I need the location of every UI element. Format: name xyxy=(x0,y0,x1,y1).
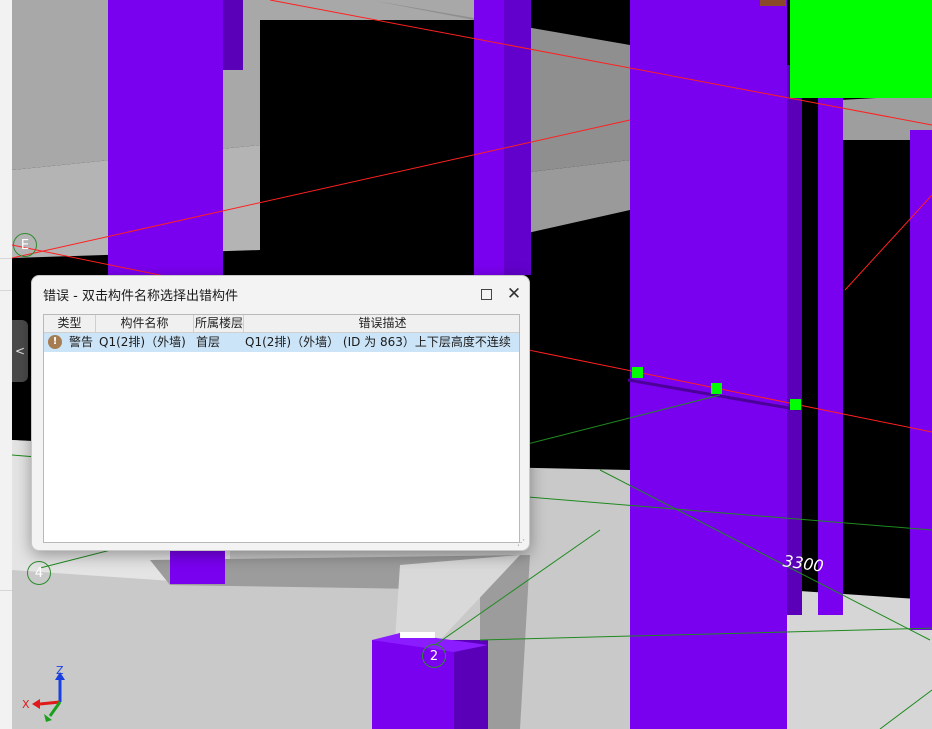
slab-right-bottom xyxy=(785,590,932,729)
dialog-titlebar[interactable]: 错误 - 双击构件名称选择出错构件 ✕ xyxy=(32,276,529,312)
column-header-description[interactable]: 错误描述 xyxy=(244,315,519,332)
wall-left-top xyxy=(108,0,223,275)
side-panel-divider xyxy=(0,590,12,591)
maximize-icon xyxy=(480,288,492,300)
wall-right-2 xyxy=(910,130,932,630)
dialog-title: 错误 - 双击构件名称选择出错构件 xyxy=(43,289,238,304)
close-button[interactable]: ✕ xyxy=(501,281,527,307)
wall-center-column-side xyxy=(504,0,531,275)
cell-floor: 首层 xyxy=(196,335,221,349)
maximize-button[interactable] xyxy=(473,281,499,307)
slab-slot xyxy=(400,632,435,638)
column-header-component-name[interactable]: 构件名称 xyxy=(96,315,194,332)
error-dialog[interactable]: 错误 - 双击构件名称选择出错构件 ✕ 类型 构件名称 所属楼层 错误描述 ! … xyxy=(31,275,530,551)
error-table[interactable]: 类型 构件名称 所属楼层 错误描述 ! 警告 Q1(2排)（外墙) 首层 Q1(… xyxy=(43,314,520,543)
warning-icon: ! xyxy=(48,335,62,349)
cell-description: Q1(2排)（外墙） (ID 为 863）上下层高度不连续 xyxy=(245,335,511,349)
axis-marker-2: 2 xyxy=(422,644,446,668)
cell-type: 警告 xyxy=(69,335,94,349)
cell-component-name[interactable]: Q1(2排)（外墙) xyxy=(99,333,186,352)
axis-marker-e: E xyxy=(13,233,37,257)
side-panel-divider xyxy=(0,290,12,291)
grip-handle[interactable] xyxy=(711,383,722,394)
close-icon: ✕ xyxy=(506,284,522,304)
table-header: 类型 构件名称 所属楼层 错误描述 xyxy=(44,315,519,333)
side-panel-divider xyxy=(0,258,12,259)
green-block xyxy=(790,0,932,98)
brown-edge xyxy=(760,0,786,6)
grip-handle[interactable] xyxy=(790,399,801,410)
column-header-floor[interactable]: 所属楼层 xyxy=(194,315,244,332)
grip-handle[interactable] xyxy=(632,367,643,378)
chevron-left-icon: < xyxy=(14,344,26,358)
wall-left-bottom xyxy=(170,548,225,584)
table-row[interactable]: ! 警告 Q1(2排)（外墙) 首层 Q1(2排)（外墙） (ID 为 863）… xyxy=(44,333,519,352)
triad-z-label: Z xyxy=(56,664,64,677)
wall-bottom-block-side xyxy=(454,640,488,729)
wall-main-column xyxy=(630,0,787,729)
coordinate-triad-icon: Z X xyxy=(22,664,65,722)
axis-marker-4: 4 xyxy=(27,561,51,585)
collapse-panel-button[interactable]: < xyxy=(12,320,28,382)
wall-left-top-side xyxy=(223,0,243,70)
triad-x-label: X xyxy=(22,698,30,711)
column-header-type[interactable]: 类型 xyxy=(44,315,96,332)
wall-right-1 xyxy=(818,75,843,615)
resize-grip-icon[interactable]: ⋰ xyxy=(517,538,526,547)
side-panel-strip xyxy=(0,0,12,729)
wall-main-column-side xyxy=(787,65,802,615)
